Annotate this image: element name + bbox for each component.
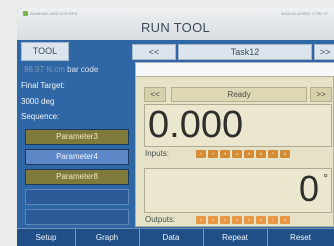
angle-display: 0 °: [144, 168, 332, 213]
ready-status: Ready: [171, 87, 307, 102]
output-dot: 3: [220, 216, 230, 224]
torque-reading: 98.97 N.cm: [24, 65, 65, 74]
sequence-empty-slot[interactable]: [25, 209, 129, 225]
status-left-text: BLINKING MSG 0.00 RPD: [30, 11, 78, 16]
status-right-text: 2024-05-13 RDY CTRL 07: [281, 11, 328, 16]
panel-prev-button[interactable]: <<: [144, 87, 166, 102]
parameter-8[interactable]: Parameter8: [25, 169, 129, 185]
output-dot: 4: [232, 216, 242, 224]
input-indicators: 1 2 3 4 5 6 7 8: [196, 150, 290, 158]
status-indicator-icon: [23, 11, 28, 17]
parameter-4[interactable]: Parameter4: [25, 149, 129, 165]
run-tool-screen: BLINKING MSG 0.00 RPD 2024-05-13 RDY CTR…: [17, 8, 334, 246]
status-row: << Ready >>: [144, 87, 332, 102]
input-dot: 5: [244, 150, 254, 158]
final-target-label: Final Target:: [21, 81, 65, 90]
degree-symbol: °: [323, 171, 328, 185]
repeat-button[interactable]: Repeat: [203, 229, 268, 246]
final-target-value: 3000 deg: [21, 97, 55, 106]
task-name: Task12: [178, 44, 312, 60]
barcode-input[interactable]: [135, 62, 334, 77]
input-dot: 4: [232, 150, 242, 158]
input-dot: 7: [268, 150, 278, 158]
torque-value: 0.000: [148, 104, 244, 146]
titlebar: BLINKING MSG 0.00 RPD 2024-05-13 RDY CTR…: [17, 8, 334, 40]
barcode-text: bar code: [67, 65, 99, 74]
panel-next-button[interactable]: >>: [310, 87, 332, 102]
reset-button[interactable]: Reset: [267, 229, 334, 246]
barcode-label: 98.97 N.cm bar code: [24, 65, 98, 74]
input-dot: 1: [196, 150, 206, 158]
torque-display: 0.000: [144, 104, 332, 147]
data-button[interactable]: Data: [139, 229, 204, 246]
inputs-label: Inputs:: [145, 149, 170, 158]
angle-value: 0: [298, 168, 319, 209]
output-dot: 7: [268, 216, 278, 224]
status-left: BLINKING MSG 0.00 RPD: [23, 11, 78, 17]
tool-button[interactable]: TOOL: [21, 42, 69, 61]
output-dot: 8: [280, 216, 290, 224]
previous-task-button[interactable]: <<: [132, 44, 176, 60]
output-indicators: 1 2 3 4 5 6 7 8: [196, 216, 290, 224]
input-dot: 3: [220, 150, 230, 158]
outputs-label: Outputs:: [145, 215, 176, 224]
page-title: RUN TOOL: [140, 20, 211, 35]
input-dot: 6: [256, 150, 266, 158]
output-dot: 1: [196, 216, 206, 224]
output-dot: 2: [208, 216, 218, 224]
sequence-empty-slot[interactable]: [25, 189, 129, 205]
sequence-label: Sequence:: [21, 112, 60, 121]
graph-button[interactable]: Graph: [75, 229, 140, 246]
run-status-panel: << Ready >> 0.000 Inputs: 1 2 3 4 5 6 7 …: [135, 76, 334, 227]
bottom-navigation: Setup Graph Data Repeat Reset: [17, 228, 334, 246]
setup-button[interactable]: Setup: [17, 229, 76, 246]
next-task-button[interactable]: >>: [314, 44, 334, 60]
input-dot: 8: [280, 150, 290, 158]
output-dot: 5: [244, 216, 254, 224]
input-dot: 2: [208, 150, 218, 158]
output-dot: 6: [256, 216, 266, 224]
parameter-3[interactable]: Parameter3: [25, 129, 129, 145]
